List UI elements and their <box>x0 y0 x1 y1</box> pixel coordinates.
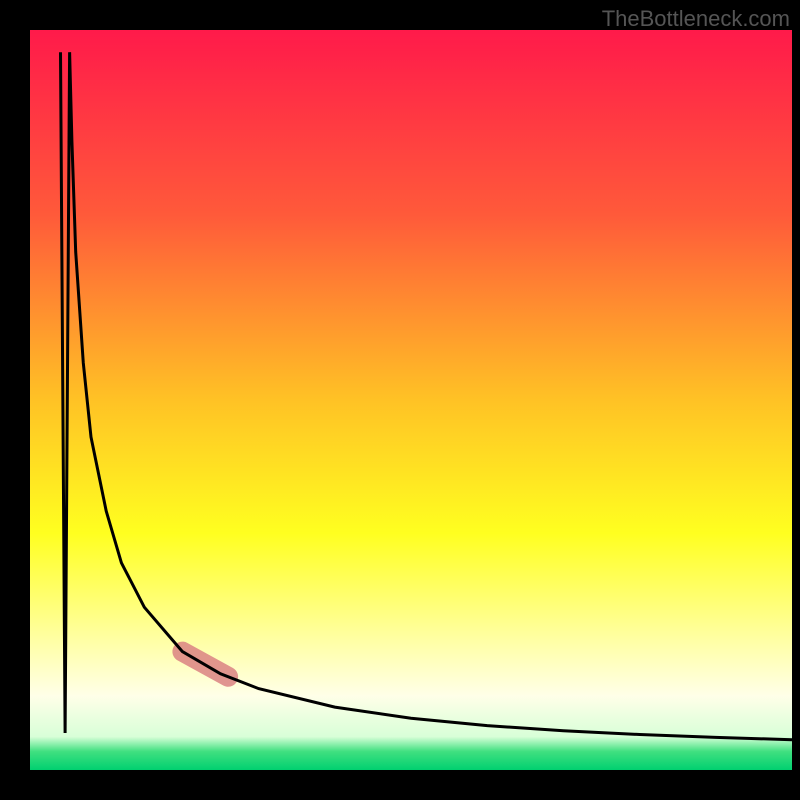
plot-background <box>30 30 792 770</box>
attribution-label: TheBottleneck.com <box>602 6 790 32</box>
frame-left <box>0 0 30 800</box>
chart-svg <box>0 0 800 800</box>
frame-right <box>792 0 800 800</box>
frame-bottom <box>0 770 800 800</box>
bottleneck-chart <box>0 0 800 800</box>
